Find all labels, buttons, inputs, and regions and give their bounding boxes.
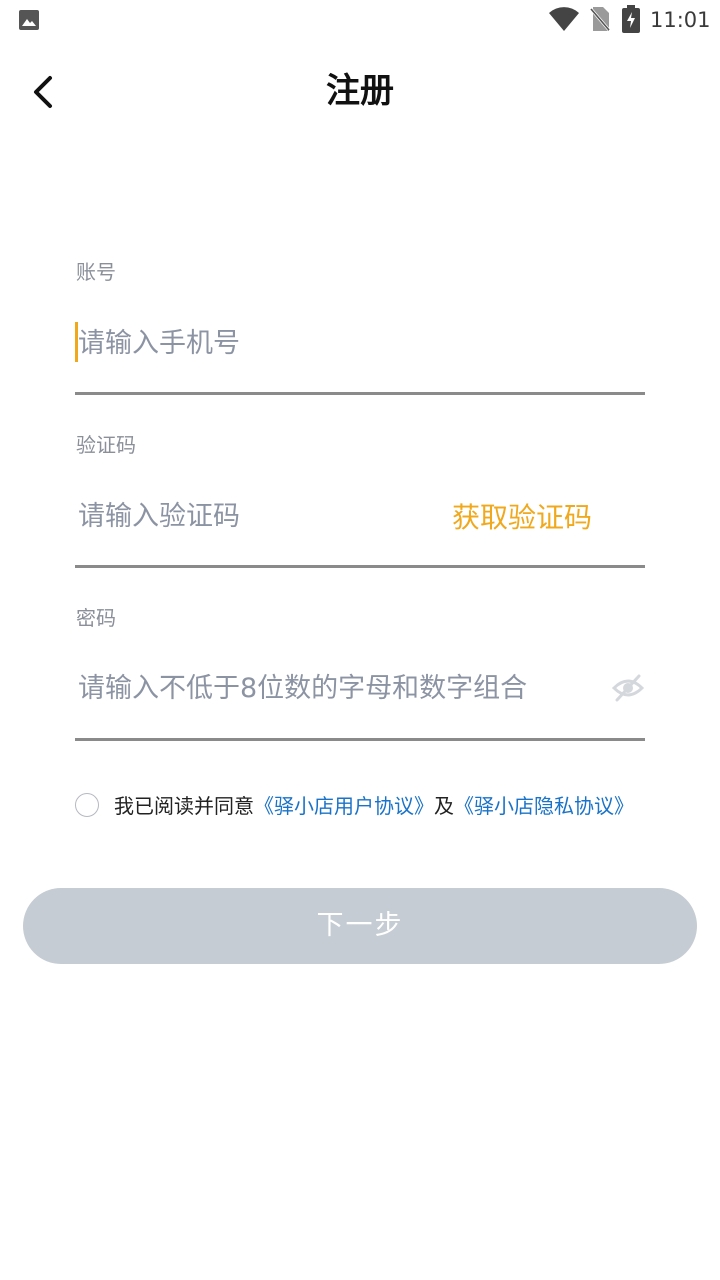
eye-off-icon (611, 674, 645, 702)
user-agreement-link[interactable]: 《驿小店用户协议》 (254, 794, 434, 818)
status-bar: 11:01 (0, 0, 720, 40)
agreement-checkbox[interactable] (75, 793, 99, 817)
password-visibility-toggle[interactable] (608, 668, 648, 708)
register-screen: 11:01 注册 账号 验证码 获取验证码 密码 我已阅读并同意《驿小店用户协议… (0, 0, 720, 1280)
no-sim-icon (590, 7, 610, 31)
code-label: 验证码 (76, 433, 136, 457)
account-underline (75, 392, 645, 395)
password-underline (75, 738, 645, 741)
agreement-connector: 及 (434, 794, 454, 818)
next-step-button[interactable]: 下一步 (23, 888, 697, 964)
privacy-agreement-link[interactable]: 《驿小店隐私协议》 (454, 794, 634, 818)
account-input[interactable] (76, 318, 638, 368)
code-underline (75, 565, 645, 568)
image-icon (19, 10, 39, 30)
wifi-icon (549, 7, 579, 31)
back-button[interactable] (20, 68, 68, 116)
code-input[interactable] (76, 491, 438, 541)
agreement-prefix: 我已阅读并同意 (114, 794, 254, 818)
chevron-left-icon (34, 76, 52, 108)
battery-charging-icon (622, 5, 640, 33)
get-code-button[interactable]: 获取验证码 (452, 493, 612, 543)
status-time: 11:01 (650, 8, 711, 32)
password-label: 密码 (76, 606, 116, 630)
agreement-text: 我已阅读并同意《驿小店用户协议》及《驿小店隐私协议》 (114, 788, 674, 824)
password-input[interactable] (76, 663, 598, 713)
account-label: 账号 (76, 260, 116, 284)
page-title: 注册 (326, 71, 394, 111)
